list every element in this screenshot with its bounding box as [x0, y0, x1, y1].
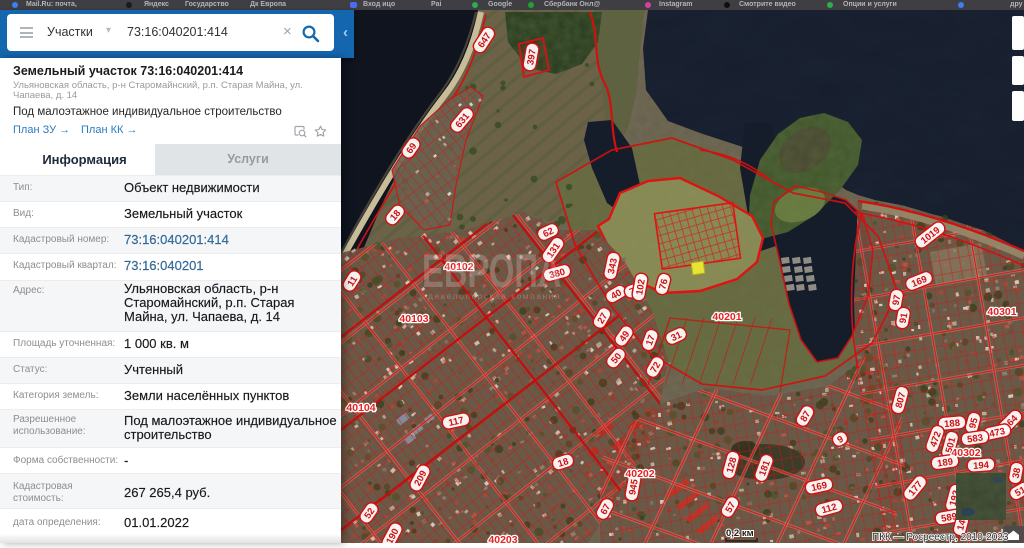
svg-text:ПКК — Росреестр, 2010-2023: ПКК — Росреестр, 2010-2023 — [872, 532, 1009, 543]
svg-text:40302: 40302 — [951, 447, 980, 459]
svg-text:188: 188 — [944, 418, 961, 430]
svg-text:40203: 40203 — [488, 534, 517, 543]
svg-text:40201: 40201 — [712, 311, 741, 323]
svg-text:0,2 км: 0,2 км — [726, 528, 754, 539]
svg-text:40103: 40103 — [399, 313, 428, 325]
svg-text:583: 583 — [967, 432, 984, 445]
svg-text:ЕВРОПА: ЕВРОПА — [422, 244, 562, 297]
svg-text:40202: 40202 — [625, 468, 654, 480]
svg-text:40104: 40104 — [346, 402, 375, 414]
svg-text:194: 194 — [973, 460, 990, 472]
svg-text:40301: 40301 — [987, 306, 1016, 318]
svg-text:девелоперская компания: девелоперская компания — [428, 291, 561, 301]
svg-text:97: 97 — [891, 294, 904, 306]
svg-text:38: 38 — [1011, 467, 1024, 479]
